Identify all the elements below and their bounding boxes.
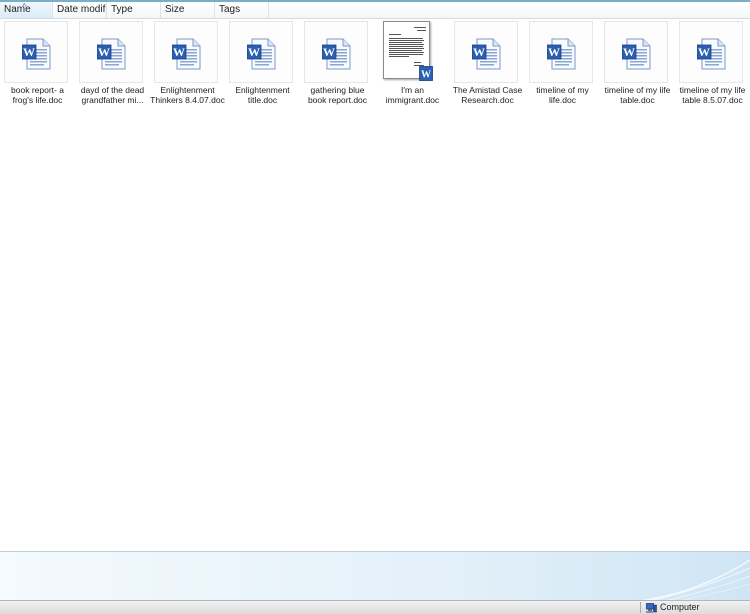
file-name-line: gathering blue xyxy=(310,85,365,95)
word-doc-icon: W xyxy=(472,38,501,70)
file-name: The Amistad Case Research.doc xyxy=(450,85,525,105)
word-doc-icon: W xyxy=(22,38,51,70)
file-name-line: book report.doc xyxy=(307,95,368,105)
svg-text:W: W xyxy=(698,45,710,59)
file-name: Enlightenment Thinkers 8.4.07.doc xyxy=(150,85,225,105)
svg-text:W: W xyxy=(23,45,35,59)
svg-text:W: W xyxy=(98,45,110,59)
file-name-line: frog's life.doc xyxy=(12,95,63,105)
file-thumbnail: W xyxy=(679,21,743,83)
decorative-swoosh xyxy=(640,559,750,601)
file-thumbnail: W xyxy=(79,21,143,83)
file-name: Enlightenment title.doc xyxy=(225,85,300,105)
word-doc-icon: W xyxy=(172,38,201,70)
file-name-line: table.doc xyxy=(620,95,655,105)
word-doc-icon: W xyxy=(97,38,126,70)
svg-text:W: W xyxy=(248,45,260,59)
computer-icon xyxy=(646,602,657,613)
svg-text:W: W xyxy=(421,70,431,81)
column-header-label: Size xyxy=(165,4,185,15)
file-name: timeline of my life.doc xyxy=(525,85,600,105)
svg-text:W: W xyxy=(473,45,485,59)
file-thumbnail: W xyxy=(529,21,593,83)
file-name-line: I'm an xyxy=(401,85,424,95)
sort-ascending-icon: ˄ xyxy=(22,2,27,10)
column-header-tags[interactable]: Tags xyxy=(215,2,269,18)
file-list-view[interactable]: W book report- a frog's life.doc W dayd … xyxy=(0,19,750,551)
file-name-line: title.doc xyxy=(247,95,278,105)
column-header-label: Type xyxy=(111,4,133,15)
file-thumbnail: W xyxy=(454,21,518,83)
file-name-line: Enlightenment xyxy=(160,85,215,95)
word-doc-icon: W xyxy=(247,38,276,70)
svg-text:W: W xyxy=(548,45,560,59)
word-doc-icon: W xyxy=(697,38,726,70)
file-name: book report- a frog's life.doc xyxy=(0,85,75,105)
column-header-date-modified[interactable]: Date modif... xyxy=(53,2,107,18)
file-name-line: dayd of the dead xyxy=(80,85,145,95)
file-name-line: table 8.5.07.doc xyxy=(682,95,743,105)
file-thumbnail: W xyxy=(154,21,218,83)
column-header-label: Date modif... xyxy=(57,4,106,15)
file-name-line: timeline of my xyxy=(536,85,589,95)
status-location: Computer xyxy=(646,601,700,614)
status-location-label: Computer xyxy=(660,602,700,612)
document-preview-thumbnail: W xyxy=(383,21,433,81)
svg-text:W: W xyxy=(173,45,185,59)
file-name: I'm an immigrant.doc xyxy=(375,85,450,105)
column-header-name[interactable]: ˄ Name xyxy=(0,2,53,18)
column-header-size[interactable]: Size xyxy=(161,2,215,18)
file-name: timeline of my life table.doc xyxy=(600,85,675,105)
word-doc-icon: W xyxy=(547,38,576,70)
column-header-type[interactable]: Type xyxy=(107,2,161,18)
column-header-label: Tags xyxy=(219,4,241,15)
file-name-line: life.doc xyxy=(549,95,576,105)
svg-text:W: W xyxy=(623,45,635,59)
file-name: timeline of my life table 8.5.07.doc xyxy=(675,85,750,105)
word-badge-icon: W xyxy=(419,66,433,81)
word-doc-icon: W xyxy=(622,38,651,70)
column-header-bar: ˄ Name Date modif... Type Size Tags xyxy=(0,2,750,19)
status-bar: Computer xyxy=(0,600,750,614)
file-name-line: timeline of my life xyxy=(604,85,671,95)
file-name-line: immigrant.doc xyxy=(385,95,440,105)
details-pane xyxy=(0,551,750,601)
status-separator xyxy=(640,602,641,613)
file-thumbnail: W xyxy=(604,21,668,83)
file-name-line: book report- a xyxy=(11,85,64,95)
file-thumbnail: W xyxy=(4,21,68,83)
file-thumbnail: W xyxy=(229,21,293,83)
file-name-line: The Amistad Case xyxy=(452,85,523,95)
file-name: gathering blue book report.doc xyxy=(300,85,375,105)
file-name-line: Enlightenment xyxy=(235,85,290,95)
file-name-line: Thinkers 8.4.07.doc xyxy=(150,95,225,105)
file-name: dayd of the dead grandfather mi... xyxy=(75,85,150,105)
file-name-line: timeline of my life xyxy=(679,85,746,95)
file-thumbnail: W xyxy=(304,21,368,83)
file-name-line: Research.doc xyxy=(461,95,514,105)
svg-text:W: W xyxy=(323,45,335,59)
word-doc-icon: W xyxy=(322,38,351,70)
file-name-line: grandfather mi... xyxy=(81,95,144,105)
